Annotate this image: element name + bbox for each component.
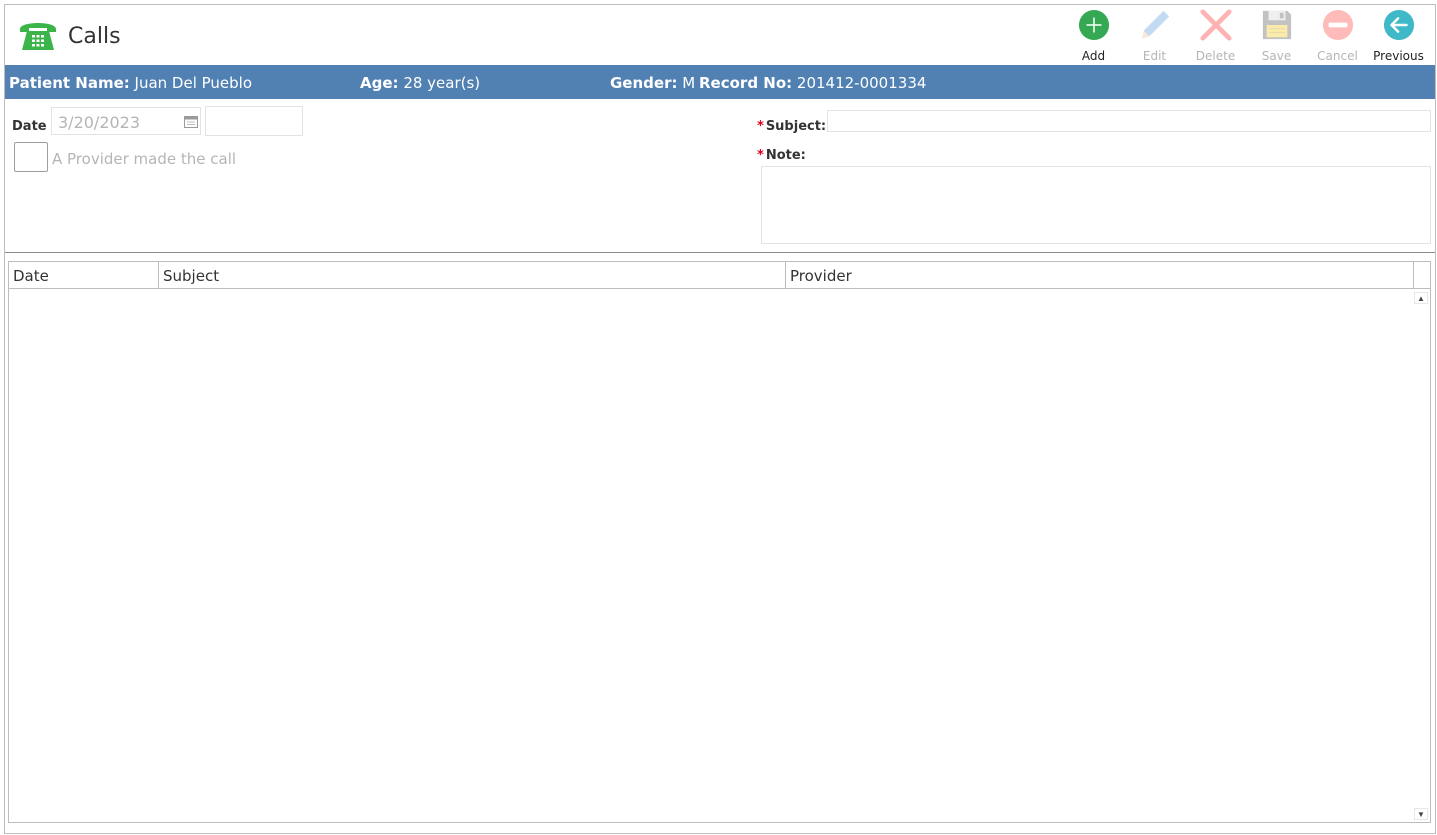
previous-button[interactable]: Previous [1368,9,1429,63]
patient-age: Age: 28 year(s) [360,74,480,92]
add-icon [1078,9,1109,41]
floppy-disk-icon [1262,10,1291,40]
patient-name-value: Juan Del Pueblo [134,74,253,92]
delete-label: Delete [1195,49,1236,63]
patient-record: Record No: 201412-0001334 [699,74,926,92]
note-required-mark: * [757,148,764,163]
column-header-spacer [1414,262,1430,288]
add-label: Add [1081,49,1106,63]
save-button[interactable]: Save [1246,9,1307,63]
scroll-up-arrow[interactable]: ▲ [1414,292,1428,304]
provider-made-call-checkbox[interactable] [14,142,48,172]
note-label-text: Note: [765,148,806,163]
patient-record-label: Record No: [699,74,793,92]
page-header: Calls Add Edit Delete Save Cancel Previo… [5,5,1435,65]
page-title: Calls [68,24,121,49]
arrow-left-icon [1383,9,1414,41]
time-input[interactable] [205,106,303,136]
call-form: Date 3/20/2023 A Provider made the call … [5,99,1435,253]
telephone-icon [20,23,56,50]
patient-name-label: Patient Name: [9,74,130,92]
edit-button[interactable]: Edit [1124,9,1185,63]
date-label: Date [12,119,47,134]
subject-required-mark: * [757,119,764,134]
column-header-subject[interactable]: Subject [159,262,786,288]
patient-gender-label: Gender: [610,74,678,92]
cancel-button[interactable]: Cancel [1307,9,1368,63]
column-header-date[interactable]: Date [9,262,159,288]
grid-header: Date Subject Provider [9,262,1430,289]
date-input[interactable]: 3/20/2023 [51,107,201,135]
note-label: * Note: [757,148,806,163]
minus-circle-icon [1322,9,1353,41]
patient-name: Patient Name: Juan Del Pueblo [9,74,252,92]
scroll-down-arrow[interactable]: ▼ [1414,808,1428,820]
patient-record-value: 201412-0001334 [796,74,927,92]
add-button[interactable]: Add [1063,9,1124,63]
cancel-label: Cancel [1317,49,1358,63]
note-textarea[interactable] [761,166,1431,244]
subject-label-text: Subject: [765,119,827,134]
provider-made-call-label: A Provider made the call [52,150,237,168]
toolbar: Add Edit Delete Save Cancel Previous [1063,9,1429,63]
subject-label: * Subject: [757,119,826,134]
patient-age-value: 28 year(s) [403,74,481,92]
calendar-icon[interactable] [184,115,198,128]
column-header-provider[interactable]: Provider [786,262,1414,288]
close-icon [1199,9,1232,41]
subject-input[interactable] [827,110,1431,132]
patient-gender: Gender: M [610,74,695,92]
delete-button[interactable]: Delete [1185,9,1246,63]
previous-label: Previous [1373,49,1424,63]
pencil-icon [1141,10,1169,40]
calls-grid: Date Subject Provider ▲ ▼ [8,261,1431,823]
calls-window: Calls Add Edit Delete Save Cancel Previo… [4,4,1436,834]
patient-gender-value: M [682,74,696,92]
edit-label: Edit [1142,49,1167,63]
patient-info-bar: Patient Name: Juan Del Pueblo Age: 28 ye… [5,65,1435,99]
patient-age-label: Age: [360,74,399,92]
save-label: Save [1261,49,1292,63]
date-value: 3/20/2023 [58,113,141,132]
